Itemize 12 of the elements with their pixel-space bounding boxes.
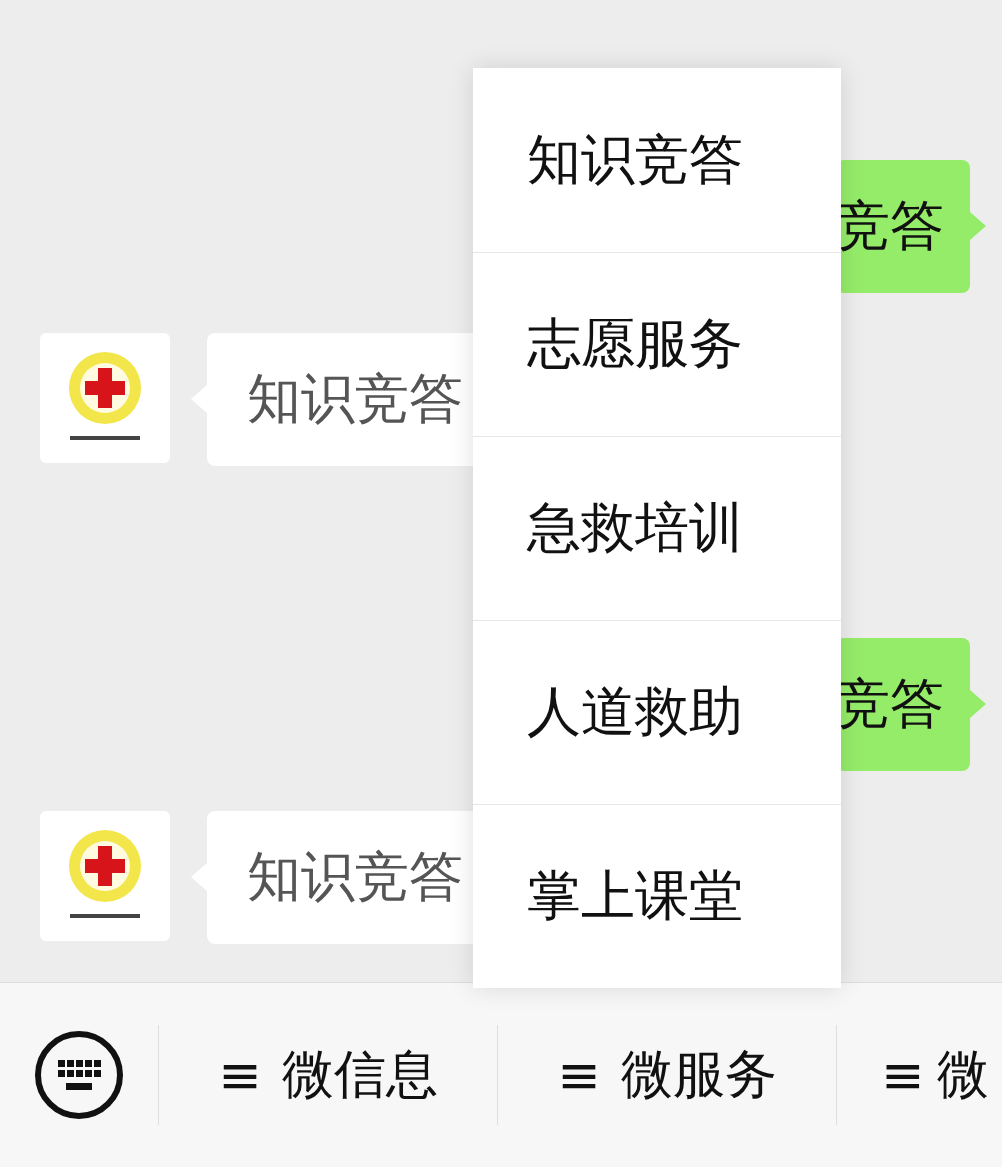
menu-item[interactable]: 志愿服务 [473,252,841,436]
menu-button[interactable]: ≡ 微信息 [159,1040,497,1110]
menu-button[interactable]: ≡ 微服务 [498,1040,836,1110]
menu-item[interactable]: 人道救助 [473,620,841,804]
avatar[interactable] [40,811,170,941]
menu-item[interactable]: 急救培训 [473,436,841,620]
menu-button[interactable]: ≡ 微 [837,1040,1001,1110]
bubble-tail [970,690,986,718]
keyboard-icon[interactable] [34,1030,124,1120]
menu-item[interactable]: 掌上课堂 [473,804,841,988]
avatar[interactable] [40,333,170,463]
bubble-tail [970,212,986,240]
